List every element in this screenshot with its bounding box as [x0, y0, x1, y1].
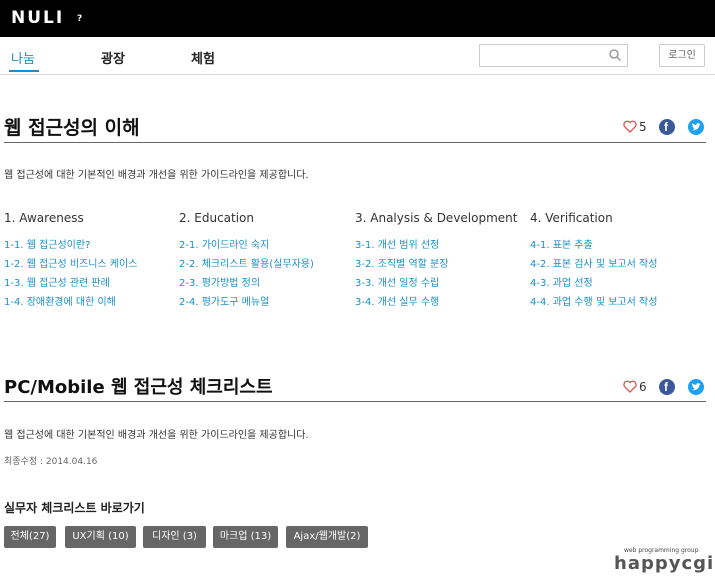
guide-link[interactable]: 3-2. 조직별 역할 분장	[355, 255, 525, 274]
tag-ajax-web-dev[interactable]: Ajax/웹개발(2)	[286, 526, 368, 548]
tag-all[interactable]: 전체(27)	[4, 526, 56, 548]
guide-link[interactable]: 1-1. 웹 접근성이란?	[4, 236, 174, 255]
nav-item-plaza[interactable]: 광장	[101, 48, 125, 67]
main-nav: 나눔 광장 체험 로그인	[0, 37, 715, 75]
column-education: 2. Education 2-1. 가이드라인 숙지 2-2. 체크리스트 활용…	[179, 211, 349, 312]
section-divider	[4, 401, 706, 402]
column-awareness: 1. Awareness 1-1. 웹 접근성이란? 1-2. 웹 접근성 비즈…	[4, 211, 174, 312]
watermark-name: happycgi	[614, 553, 715, 574]
tag-markup[interactable]: 마크업 (13)	[213, 526, 278, 548]
section-title-web-accessibility: 웹 접근성의 이해	[4, 117, 140, 139]
search-icon[interactable]	[608, 48, 622, 62]
guide-link[interactable]: 3-3. 개선 일정 수립	[355, 274, 525, 293]
nav-item-experience[interactable]: 체험	[191, 48, 215, 67]
column-heading: 2. Education	[179, 211, 255, 225]
logo-mark: ?	[77, 14, 83, 24]
section-description: 웹 접근성에 대한 기본적인 배경과 개선을 위한 가이드라인을 제공합니다.	[4, 170, 309, 181]
guide-link[interactable]: 3-1. 개선 범위 선정	[355, 236, 525, 255]
guide-link[interactable]: 4-4. 과업 수행 및 보고서 작성	[530, 293, 700, 312]
facebook-share-icon[interactable]: f	[659, 379, 675, 395]
column-heading: 1. Awareness	[4, 211, 84, 225]
column-verification: 4. Verification 4-1. 표본 추출 4-2. 표본 검사 및 …	[530, 211, 700, 312]
section-title-checklist: PC/Mobile 웹 접근성 체크리스트	[4, 377, 273, 398]
guide-link[interactable]: 2-2. 체크리스트 활용(실무자용)	[179, 255, 349, 274]
guide-link[interactable]: 4-3. 과업 선정	[530, 274, 700, 293]
nav-item-share[interactable]: 나눔	[11, 48, 35, 67]
tag-ux-planning[interactable]: UX기획 (10)	[65, 526, 136, 548]
section-description: 웹 접근성에 대한 기본적인 배경과 개선을 위한 가이드라인을 제공합니다.	[4, 430, 309, 441]
guide-link[interactable]: 3-4. 개선 실무 수행	[355, 293, 525, 312]
guide-link[interactable]: 2-3. 평가방법 정의	[179, 274, 349, 293]
section-divider	[4, 142, 706, 143]
column-heading: 4. Verification	[530, 211, 613, 225]
column-heading: 3. Analysis & Development	[355, 211, 518, 225]
login-button[interactable]: 로그인	[659, 44, 705, 67]
guide-link[interactable]: 1-3. 웹 접근성 관련 판례	[4, 274, 174, 293]
column-analysis-development: 3. Analysis & Development 3-1. 개선 범위 선정 …	[355, 211, 525, 312]
guide-link[interactable]: 1-2. 웹 접근성 비즈니스 케이스	[4, 255, 174, 274]
heart-icon	[623, 380, 637, 393]
guide-link[interactable]: 4-1. 표본 추출	[530, 236, 700, 255]
nav-active-indicator	[9, 70, 39, 72]
twitter-share-icon[interactable]	[688, 379, 704, 395]
heart-icon	[623, 120, 637, 133]
tag-design[interactable]: 디자인 (3)	[143, 526, 206, 548]
site-logo[interactable]: NULI	[11, 8, 64, 28]
top-bar: NULI ?	[0, 0, 715, 37]
checklist-shortcut-title: 실무자 체크리스트 바로가기	[4, 501, 145, 515]
twitter-share-icon[interactable]	[688, 119, 704, 135]
like-count: 5	[639, 120, 647, 134]
guide-link[interactable]: 4-2. 표본 검사 및 보고서 작성	[530, 255, 700, 274]
search-input[interactable]	[479, 44, 628, 67]
guide-link[interactable]: 2-4. 평가도구 메뉴얼	[179, 293, 349, 312]
watermark-logo: web programming group happycgi	[612, 547, 715, 579]
guide-link[interactable]: 1-4. 장애환경에 대한 이해	[4, 293, 174, 312]
like-count: 6	[639, 380, 647, 394]
last-updated: 최종수정 : 2014.04.16	[4, 457, 98, 467]
facebook-share-icon[interactable]: f	[659, 119, 675, 135]
guide-link[interactable]: 2-1. 가이드라인 숙지	[179, 236, 349, 255]
